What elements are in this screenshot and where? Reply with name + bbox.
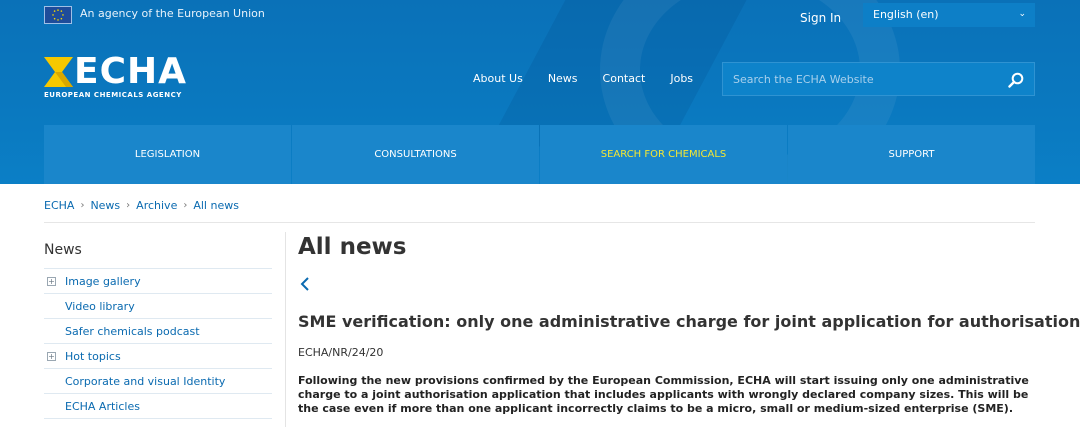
sidebar-item-image-gallery[interactable]: + Image gallery [44,269,272,294]
content-divider [285,232,286,427]
main-content: All news SME verification: only one admi… [298,232,1080,415]
breadcrumb-divider [44,222,1035,223]
nav-jobs[interactable]: Jobs [670,72,693,85]
sign-in-link[interactable]: Sign In [800,11,841,25]
eu-flag-icon [44,6,72,24]
logo-mark-icon [44,57,73,87]
tab-label: SEARCH FOR CHEMICALS [600,149,727,160]
language-select[interactable]: English (en) ⌄ [863,3,1035,27]
search-input[interactable] [723,63,1003,95]
tab-consultations[interactable]: CONSULTATIONS [292,125,539,184]
sidebar-item-corporate-identity[interactable]: Corporate and visual Identity [44,369,272,394]
sidebar-item-label: Hot topics [65,350,121,363]
sidebar-item-video-library[interactable]: Video library [44,294,272,319]
tab-legislation[interactable]: LEGISLATION [44,125,291,184]
expand-plus-icon[interactable]: + [47,277,56,286]
chevron-down-icon: ⌄ [1018,9,1026,19]
sidebar-item-label: Corporate and visual Identity [65,375,226,388]
expand-plus-icon[interactable]: + [47,352,56,361]
tab-support[interactable]: SUPPORT [788,125,1035,184]
sidebar-item-label: Image gallery [65,275,141,288]
sidebar-item-label: ECHA Articles [65,400,140,413]
sidebar-item-safer-chemicals-podcast[interactable]: Safer chemicals podcast [44,319,272,344]
sidebar-item-label: Safer chemicals podcast [65,325,200,338]
breadcrumb-archive[interactable]: Archive [136,199,177,212]
echa-logo[interactable]: ECHA EUROPEAN CHEMICALS AGENCY [44,51,214,103]
nav-contact[interactable]: Contact [603,72,646,85]
breadcrumb-separator-icon: › [183,200,188,211]
logo-wordmark: ECHA [74,51,188,92]
article-lead: Following the new provisions confirmed b… [298,374,1029,415]
sidebar-title: News [44,242,272,269]
breadcrumb-all-news[interactable]: All news [193,199,239,212]
top-bar: An agency of the European Union Sign In … [0,0,1080,32]
tab-label: LEGISLATION [134,149,201,160]
tab-label: SUPPORT [888,149,935,160]
search-icon[interactable] [1008,72,1024,88]
nav-about-us[interactable]: About Us [473,72,523,85]
breadcrumb-echa[interactable]: ECHA [44,199,74,212]
sidebar-item-label: Video library [65,300,135,313]
section-tabs: LEGISLATION CONSULTATIONS SEARCH FOR CHE… [44,125,1035,184]
tab-search-for-chemicals[interactable]: SEARCH FOR CHEMICALS [540,125,787,184]
chevron-left-icon[interactable] [300,276,310,292]
sidebar-item-echa-articles[interactable]: ECHA Articles [44,394,272,419]
breadcrumb-separator-icon: › [126,200,131,211]
breadcrumb: ECHA › News › Archive › All news [44,199,239,212]
sidebar-item-hot-topics[interactable]: + Hot topics [44,344,272,369]
breadcrumb-news[interactable]: News [90,199,120,212]
breadcrumb-separator-icon: › [80,200,85,211]
search-box [722,62,1035,96]
article-title: SME verification: only one administrativ… [298,312,1080,331]
logo-subtitle: EUROPEAN CHEMICALS AGENCY [44,91,182,99]
tab-label: CONSULTATIONS [374,149,457,160]
site-header: An agency of the European Union Sign In … [0,0,1080,184]
agency-text: An agency of the European Union [80,7,265,20]
page-title: All news [298,234,407,260]
sidebar: News + Image gallery Video library Safer… [44,242,272,419]
language-select-value: English (en) [873,8,939,21]
main-nav: About Us News Contact Jobs [473,72,718,85]
nav-news[interactable]: News [548,72,578,85]
press-release-reference: ECHA/NR/24/20 [298,346,384,359]
